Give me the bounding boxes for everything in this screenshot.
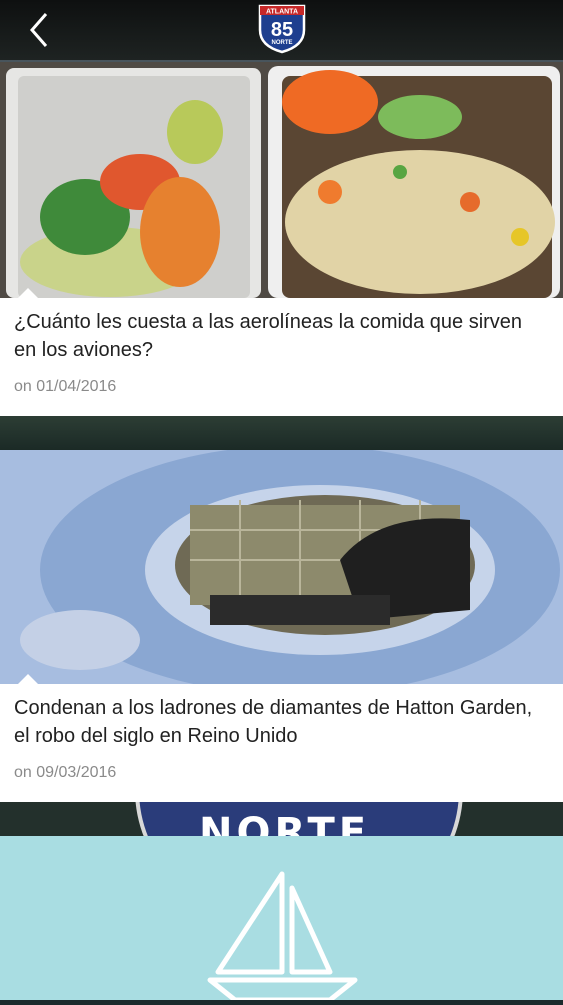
chevron-left-icon[interactable] <box>20 10 60 50</box>
article-body: Condenan a los ladrones de diamantes de … <box>0 674 563 782</box>
article-card[interactable]: Condenan a los ladrones de diamantes de … <box>0 450 563 802</box>
card-notch <box>18 288 38 298</box>
article-image-airline-meal <box>0 62 563 298</box>
sailboat-icon <box>0 836 563 1003</box>
article-body: ¿Cuánto les cuesta a las aerolíneas la c… <box>0 288 563 396</box>
atlanta-85-logo: ATLANTA 85 NORTE <box>258 4 306 54</box>
card-notch <box>18 674 38 684</box>
article-card[interactable] <box>0 836 563 1003</box>
logo-top-text: ATLANTA <box>266 9 298 16</box>
app-header: ATLANTA 85 NORTE <box>0 0 563 60</box>
article-date: on 09/03/2016 <box>14 764 117 781</box>
article-date: on 01/04/2016 <box>14 378 117 395</box>
article-card[interactable]: ¿Cuánto les cuesta a las aerolíneas la c… <box>0 62 563 416</box>
article-title[interactable]: ¿Cuánto les cuesta a las aerolíneas la c… <box>14 308 549 364</box>
background-trees <box>0 415 563 450</box>
logo-number: 85 <box>271 19 293 41</box>
article-title[interactable]: Condenan a los ladrones de diamantes de … <box>14 694 549 750</box>
article-image-vault-hole <box>0 450 563 684</box>
logo-bottom-text: NORTE <box>272 40 293 46</box>
